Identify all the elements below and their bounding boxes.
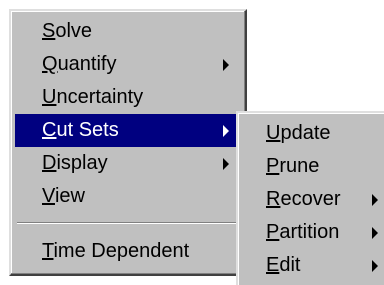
submenu-item-recover[interactable]: Recover bbox=[242, 183, 380, 216]
menu-item-quantify-label: Quantify bbox=[42, 53, 117, 75]
submenu-arrow-icon bbox=[223, 158, 229, 170]
submenu-item-partition-label: Partition bbox=[266, 221, 340, 243]
submenu-arrow-icon bbox=[223, 59, 229, 71]
cut-sets-submenu: Update Prune Recover Partition Edit bbox=[236, 111, 384, 285]
submenu-item-update-label: Update bbox=[266, 122, 331, 144]
submenu-item-edit[interactable]: Edit bbox=[242, 249, 380, 282]
submenu-item-recover-label: Recover bbox=[266, 188, 341, 210]
submenu-item-update[interactable]: Update bbox=[242, 117, 380, 150]
submenu-arrow-icon bbox=[372, 260, 378, 272]
menu-item-cut-sets[interactable]: Cut Sets bbox=[15, 114, 241, 147]
menu-separator bbox=[17, 222, 239, 224]
menu-item-time-dependent[interactable]: Time Dependent bbox=[15, 235, 241, 268]
menu-item-solve[interactable]: Solve bbox=[15, 15, 241, 48]
submenu-item-partition[interactable]: Partition bbox=[242, 216, 380, 249]
menu-item-display[interactable]: Display bbox=[15, 147, 241, 180]
submenu-arrow-icon bbox=[372, 227, 378, 239]
menu-item-display-label: Display bbox=[42, 152, 108, 174]
menu-item-time-dependent-label: Time Dependent bbox=[42, 240, 190, 262]
menu-item-uncertainty[interactable]: Uncertainty bbox=[15, 81, 241, 114]
main-menu: Solve Quantify Uncertainty Cut Sets Disp… bbox=[9, 9, 247, 276]
submenu-item-prune-label: Prune bbox=[266, 155, 320, 177]
menu-item-view[interactable]: View bbox=[15, 180, 241, 213]
menu-item-quantify[interactable]: Quantify bbox=[15, 48, 241, 81]
menu-item-solve-label: Solve bbox=[42, 20, 93, 42]
menu-item-uncertainty-label: Uncertainty bbox=[42, 86, 144, 108]
submenu-item-edit-label: Edit bbox=[266, 254, 301, 276]
submenu-item-prune[interactable]: Prune bbox=[242, 150, 380, 183]
menu-item-cut-sets-label: Cut Sets bbox=[42, 119, 119, 141]
menu-item-view-label: View bbox=[42, 185, 85, 207]
submenu-arrow-icon bbox=[372, 194, 378, 206]
submenu-arrow-icon bbox=[223, 125, 229, 137]
